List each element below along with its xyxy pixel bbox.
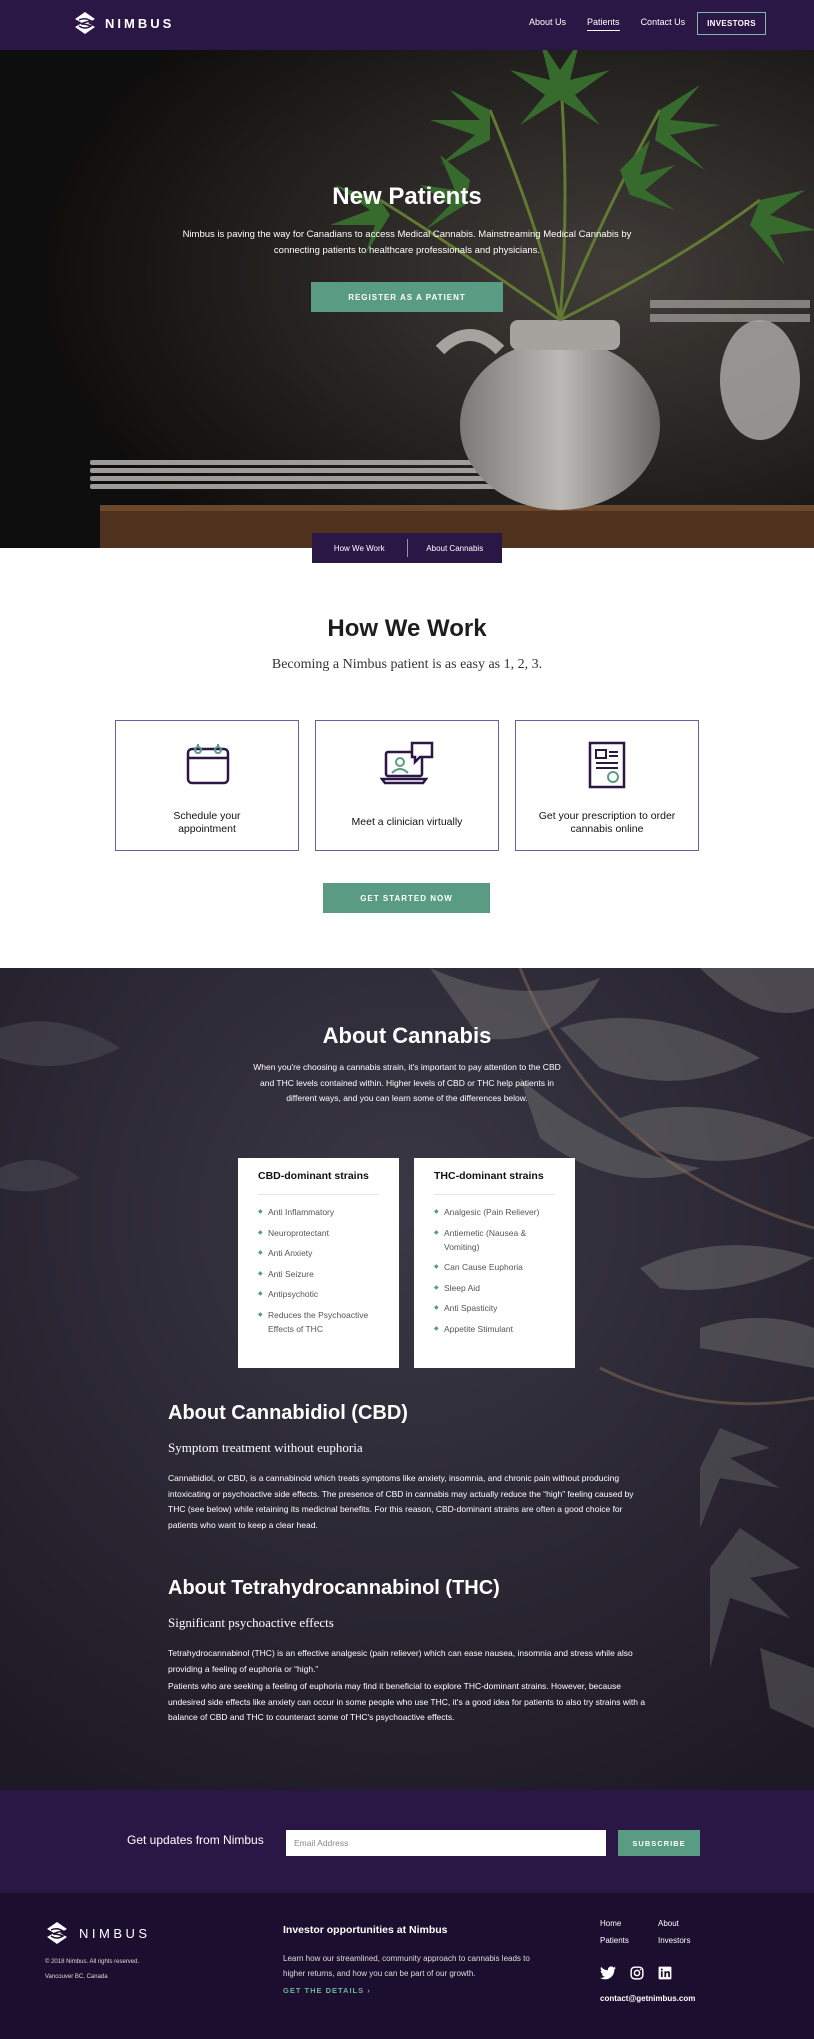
cbd-heading: About Cannabidiol (CBD) bbox=[168, 1402, 408, 1424]
nav-contact-us[interactable]: Contact Us bbox=[641, 17, 686, 31]
cbd-card-title: CBD-dominant strains bbox=[258, 1170, 379, 1195]
email-input[interactable]: Email Address bbox=[286, 1830, 606, 1856]
footer-links: Home About Patients Investors bbox=[600, 1919, 708, 1945]
list-item: Can Cause Euphoria bbox=[434, 1260, 555, 1274]
copyright-text: © 2018 Nimbus. All rights reserved. bbox=[45, 1959, 140, 1965]
step-card-label: Get your prescription to order cannabis … bbox=[538, 810, 676, 835]
nav-about-us[interactable]: About Us bbox=[529, 17, 566, 31]
thc-benefits-list: Analgesic (Pain Reliever) Antiemetic (Na… bbox=[434, 1205, 555, 1336]
footer-copyright-block: © 2018 Nimbus. All rights reserved. Vanc… bbox=[45, 1955, 139, 1985]
footer-link-about[interactable]: About bbox=[658, 1919, 708, 1928]
nav-links: About Us Patients Contact Us bbox=[529, 17, 685, 31]
how-we-work-title: How We Work bbox=[327, 615, 487, 642]
top-nav: NIMBUS About Us Patients Contact Us INVE… bbox=[0, 0, 814, 50]
thc-subheading: Significant psychoactive effects bbox=[168, 1615, 334, 1630]
about-cannabis-text: When you're choosing a cannabis strain, … bbox=[253, 1062, 561, 1103]
list-item: Appetite Stimulant bbox=[434, 1322, 555, 1336]
investor-title: Investor opportunities at Nimbus bbox=[283, 1924, 448, 1936]
cbd-benefits-list: Anti Inflammatory Neuroprotectant Anti A… bbox=[258, 1205, 379, 1336]
certificate-icon bbox=[588, 741, 626, 789]
laptop-chat-icon bbox=[379, 741, 434, 785]
section-subnav: How We Work About Cannabis bbox=[312, 533, 502, 563]
location-text: Vancouver BC, Canada bbox=[45, 1974, 108, 1980]
thc-paragraph-1: Tetrahydrocannabinol (THC) is an effecti… bbox=[168, 1648, 633, 1674]
list-item: Analgesic (Pain Reliever) bbox=[434, 1205, 555, 1219]
investor-text: Learn how our streamlined, community app… bbox=[283, 1954, 530, 1978]
list-item: Sleep Aid bbox=[434, 1281, 555, 1295]
step-card-prescription: Get your prescription to order cannabis … bbox=[515, 720, 699, 851]
list-item: Anti Anxiety bbox=[258, 1246, 379, 1260]
cbd-paragraph: Cannabidiol, or CBD, is a cannabinoid wh… bbox=[168, 1473, 634, 1530]
footer-link-patients[interactable]: Patients bbox=[600, 1936, 658, 1945]
linkedin-icon[interactable] bbox=[658, 1966, 672, 1980]
nimbus-logo-icon bbox=[75, 12, 95, 34]
cbd-strains-card: CBD-dominant strains Anti Inflammatory N… bbox=[238, 1158, 399, 1368]
cbd-subheading: Symptom treatment without euphoria bbox=[168, 1440, 363, 1455]
footer-link-investors[interactable]: Investors bbox=[658, 1936, 708, 1945]
brand-name: NIMBUS bbox=[105, 15, 175, 31]
hero-text: Nimbus is paving the way for Canadians t… bbox=[182, 229, 632, 256]
twitter-icon[interactable] bbox=[600, 1966, 616, 1980]
thc-strains-card: THC-dominant strains Analgesic (Pain Rel… bbox=[414, 1158, 575, 1368]
get-details-link[interactable]: GET THE DETAILS › bbox=[283, 1986, 371, 1995]
instagram-icon[interactable] bbox=[630, 1966, 644, 1980]
list-item: Anti Inflammatory bbox=[258, 1205, 379, 1219]
thc-card-title: THC-dominant strains bbox=[434, 1170, 555, 1195]
list-item: Reduces the Psychoactive Effects of THC bbox=[258, 1308, 379, 1336]
nav-patients[interactable]: Patients bbox=[587, 17, 620, 31]
newsletter-section: Get updates from Nimbus Email Address SU… bbox=[0, 1790, 814, 1893]
nimbus-logo-icon bbox=[47, 1922, 67, 1944]
about-cannabis-section: About Cannabis When you're choosing a ca… bbox=[0, 968, 814, 1790]
list-item: Neuroprotectant bbox=[258, 1226, 379, 1240]
list-item: Antiemetic (Nausea & Vomiting) bbox=[434, 1226, 555, 1254]
footer-link-home[interactable]: Home bbox=[600, 1919, 658, 1928]
step-card-schedule: Schedule your appointment bbox=[115, 720, 299, 851]
subscribe-button[interactable]: SUBSCRIBE bbox=[618, 1830, 700, 1856]
nimbus-logo[interactable]: NIMBUS bbox=[73, 11, 174, 35]
list-item: Anti Spasticity bbox=[434, 1301, 555, 1315]
footer-brand-name: NIMBUS bbox=[79, 1925, 151, 1941]
step-card-clinician: Meet a clinician virtually bbox=[315, 720, 499, 851]
thc-paragraph-2: Patients who are seeking a feeling of eu… bbox=[168, 1681, 646, 1722]
register-as-patient-button[interactable]: REGISTER AS A PATIENT bbox=[311, 282, 503, 312]
step-card-label: Schedule your appointment bbox=[173, 810, 241, 835]
calendar-icon bbox=[186, 744, 230, 785]
thc-heading: About Tetrahydrocannabinol (THC) bbox=[168, 1577, 500, 1599]
about-cannabis-title: About Cannabis bbox=[322, 1023, 492, 1048]
get-started-button[interactable]: GET STARTED NOW bbox=[323, 883, 490, 913]
footer-logo[interactable]: NIMBUS bbox=[45, 1921, 151, 1945]
list-item: Antipsychotic bbox=[258, 1287, 379, 1301]
social-links bbox=[600, 1966, 672, 1980]
subnav-about-cannabis[interactable]: About Cannabis bbox=[408, 544, 503, 553]
contact-email[interactable]: contact@getnimbus.com bbox=[600, 1994, 695, 2003]
step-card-label: Meet a clinician virtually bbox=[351, 816, 463, 828]
how-we-work-subtitle: Becoming a Nimbus patient is as easy as … bbox=[271, 657, 543, 672]
hero-section: New Patients Nimbus is paving the way fo… bbox=[0, 50, 814, 548]
investors-button[interactable]: INVESTORS bbox=[697, 12, 766, 35]
newsletter-label: Get updates from Nimbus bbox=[127, 1833, 264, 1847]
subnav-how-we-work[interactable]: How We Work bbox=[312, 544, 407, 553]
footer: NIMBUS © 2018 Nimbus. All rights reserve… bbox=[0, 1893, 814, 2039]
list-item: Anti Seizure bbox=[258, 1267, 379, 1281]
hero-title: New Patients bbox=[332, 183, 482, 210]
